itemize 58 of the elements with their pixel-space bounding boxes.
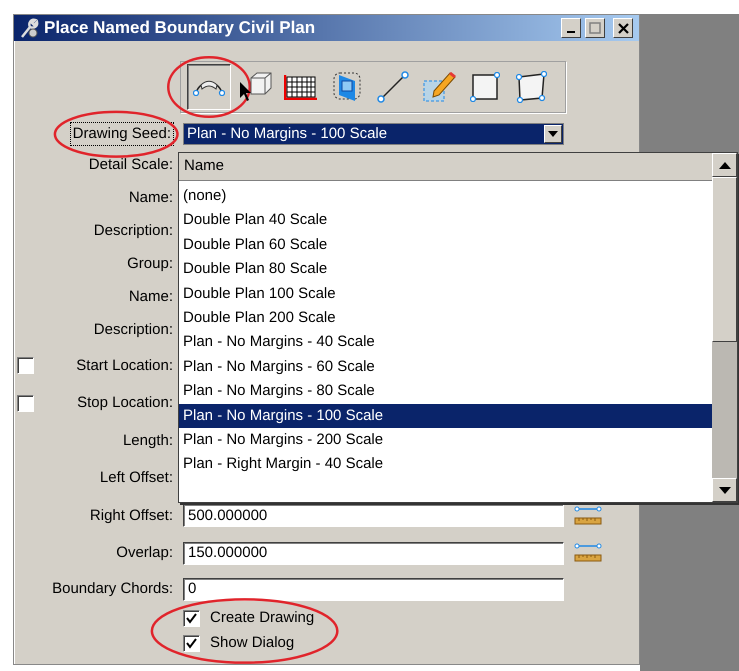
cube-frame-icon [333,72,361,102]
tool-button[interactable] [187,64,231,110]
seed-dropdown[interactable]: Plan - No Margins - 100 Scale [183,123,564,145]
close-button[interactable] [613,18,633,38]
column-header: Name [179,153,712,181]
scroll-up-icon [718,162,730,168]
list-item[interactable]: Double Plan 60 Scale [179,232,712,258]
wrench-icon [18,17,40,39]
field-label: Detail Scale: [88,155,173,176]
arc-shape-icon [193,78,225,96]
list-item[interactable]: Plan - No Margins - 40 Scale [179,330,712,355]
grid-icon [284,74,318,100]
field-label: Description: [94,320,173,340]
checkbox-label: Show Dialog [210,633,294,654]
input-field[interactable]: 500.000000 [183,504,564,528]
list-item[interactable]: Double Plan 80 Scale [179,257,712,282]
window-title: Place Named Boundary Civil Plan [44,17,316,40]
quadrilateral-icon [516,71,546,103]
pencil-icon [422,72,456,102]
list-item[interactable]: Double Plan 200 Scale [179,306,712,330]
checkbox[interactable] [17,394,34,412]
field-label: Description: [94,221,173,242]
close-icon [618,22,628,34]
maximize-button[interactable] [585,18,605,38]
field-label: Right Offset: [90,506,173,526]
field-label: Name: [128,188,173,208]
list-item[interactable]: Double Plan 40 Scale [179,208,712,233]
field-label: Boundary Chords: [52,578,173,599]
scroll-bar[interactable] [712,153,737,502]
scroll-down-icon [718,486,730,494]
field-label: Stop Location: [77,393,173,413]
input-field[interactable]: 150.000000 [183,542,564,565]
field-label: Name: [128,287,173,308]
field-label: Drawing Seed: [70,122,173,146]
caret-icon [548,131,558,137]
list-item[interactable]: Plan - No Margins - 80 Scale [179,379,712,404]
list-item[interactable]: Plan - No Margins - 200 Scale [179,428,712,452]
field-label: Left Offset: [100,468,173,488]
minimize-button[interactable] [561,18,581,38]
square-icon [470,72,500,102]
maximize-icon [589,22,601,34]
list-item[interactable]: Plan - No Margins - 60 Scale [179,354,712,380]
checkbox-label: Create Drawing [210,608,314,628]
checkbox[interactable] [17,357,34,374]
list-item[interactable]: Plan - Right Margin - 40 Scale [179,452,712,477]
field-label: Group: [127,254,173,274]
checkbox[interactable] [183,635,200,652]
cube-icon [238,72,272,102]
line-icon [377,71,409,103]
field-label: Length: [122,430,173,450]
field-label: Start Location: [76,356,173,376]
list-item[interactable]: Double Plan 100 Scale [179,282,712,306]
field-label: Overlap: [116,543,173,563]
checkbox[interactable] [183,610,200,627]
list-item[interactable]: Plan - No Margins - 100 Scale [179,404,712,428]
minimize-icon [567,31,575,33]
list-item[interactable]: (none) [179,184,712,208]
input-field[interactable]: 0 [183,578,564,600]
